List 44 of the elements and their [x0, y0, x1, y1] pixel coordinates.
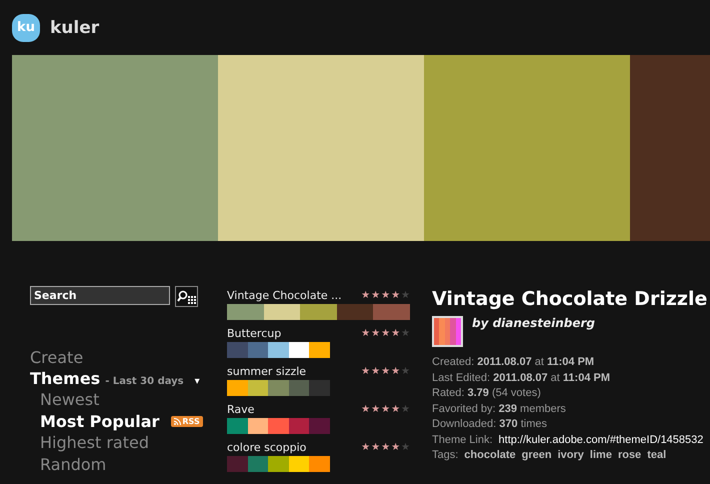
- search-field[interactable]: Search: [30, 286, 170, 305]
- star-rating: ★★★★★: [361, 404, 410, 414]
- info-line: Favorited by: 239 members: [432, 402, 567, 416]
- tag-link[interactable]: rose: [618, 448, 642, 464]
- logo-text[interactable]: kuler: [50, 18, 100, 38]
- color-strip[interactable]: [227, 456, 330, 472]
- theme-name[interactable]: colore scoppio: [227, 440, 306, 454]
- info-line: Last Edited: 2011.08.07 at 11:04 PM: [432, 370, 611, 386]
- star-rating: ★★★★★: [361, 290, 410, 300]
- color-strip[interactable]: [227, 418, 330, 434]
- nav-item[interactable]: Newest: [40, 389, 100, 410]
- range-label: - Last 30 days: [105, 376, 184, 387]
- nav-item[interactable]: Highest rated: [40, 432, 149, 454]
- create-link[interactable]: Create: [30, 347, 227, 368]
- nav-item[interactable]: Most Popular: [40, 410, 160, 432]
- nav-item[interactable]: Random: [40, 454, 106, 475]
- tag-link[interactable]: chocolate: [464, 448, 516, 464]
- tag-link[interactable]: ivory: [558, 448, 584, 464]
- tag-link[interactable]: teal: [647, 448, 666, 464]
- color-strip[interactable]: [227, 304, 410, 320]
- theme-name[interactable]: Buttercup: [227, 326, 282, 340]
- star-rating: ★★★★★: [361, 366, 410, 376]
- theme-name[interactable]: Vintage Chocolate ...: [227, 288, 342, 302]
- link-label: Theme Link:: [432, 432, 493, 448]
- tag-link[interactable]: green: [522, 448, 552, 464]
- tags-label: Tags:: [432, 448, 458, 463]
- theme-name[interactable]: Rave: [227, 402, 254, 416]
- color-strip[interactable]: [227, 380, 330, 396]
- star-rating: ★★★★★: [361, 442, 410, 452]
- search-button[interactable]: [175, 286, 198, 307]
- theme-title: Vintage Chocolate Drizzle: [432, 288, 708, 310]
- dropdown-icon[interactable]: ▾: [194, 376, 200, 387]
- search-icon: [176, 288, 196, 304]
- themes-link[interactable]: Themes: [30, 368, 100, 389]
- info-line: Created: 2011.08.07 at 11:04 PM: [432, 355, 596, 370]
- info-line: Rated: 3.79 (54 votes): [432, 386, 542, 401]
- theme-thumbnail: [432, 316, 463, 347]
- info-line: Downloaded: 370 times: [432, 417, 548, 432]
- tag-link[interactable]: lime: [590, 448, 612, 464]
- color-strip[interactable]: [227, 342, 330, 358]
- theme-link[interactable]: http://kuler.adobe.com/#themeID/1458532: [498, 432, 704, 448]
- author-name[interactable]: by dianesteinberg: [472, 316, 595, 347]
- star-rating: ★★★★★: [361, 328, 410, 338]
- theme-name[interactable]: summer sizzle: [227, 364, 306, 378]
